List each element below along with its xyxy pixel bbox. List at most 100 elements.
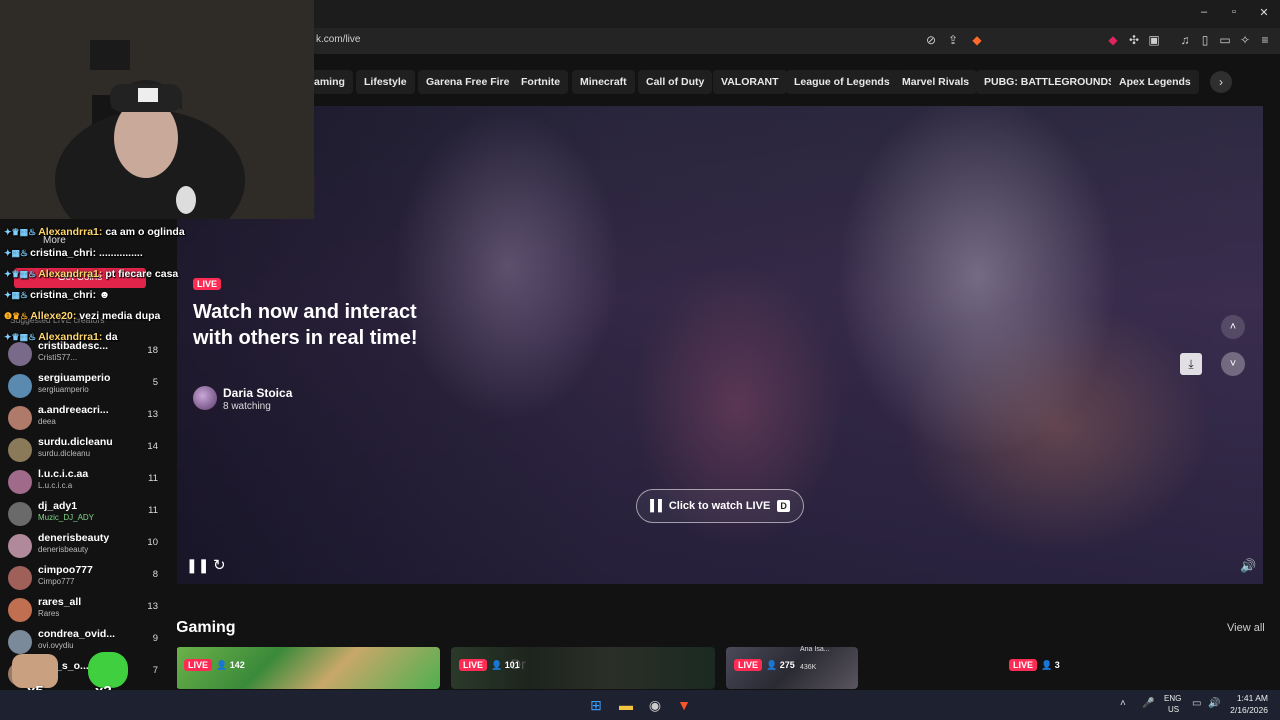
chevron-down-icon[interactable]: ˅	[1221, 352, 1245, 376]
viewer-count: 👤 101	[491, 660, 520, 670]
watch-live-button[interactable]: ▌▌ Click to watch LIVE D	[636, 489, 804, 523]
language-region[interactable]: US	[1168, 705, 1179, 714]
avatar	[8, 406, 32, 430]
card-live-info: LIVE 👤 101	[459, 655, 520, 673]
view-all-link[interactable]: View all	[1227, 622, 1265, 634]
creator-item[interactable]: l.u.c.i.c.aa L.u.c.i.c.a 11	[8, 468, 168, 500]
category-tab[interactable]: Fortnite	[513, 70, 569, 94]
refresh-icon[interactable]: ↻	[213, 556, 226, 574]
leo-icon[interactable]: ✧	[1238, 33, 1252, 47]
category-tab[interactable]: Minecraft	[572, 70, 635, 94]
viewer-count: 11	[148, 473, 158, 484]
streamer-name[interactable]: Daria Stoica	[223, 386, 292, 400]
viewer-count: 8	[152, 569, 158, 580]
category-tab[interactable]: Marvel Rivals	[894, 70, 978, 94]
creator-handle: Cimpo777	[38, 577, 75, 586]
category-tab[interactable]: Call of Duty	[638, 70, 713, 94]
viewer-count: 5	[152, 377, 158, 388]
creator-handle: sergiuamperio	[38, 385, 89, 394]
category-tab[interactable]: Lifestyle	[356, 70, 415, 94]
live-badge: LIVE	[1009, 659, 1038, 671]
chat-badges-icon: ✦♛▦♨	[4, 332, 37, 342]
chat-message: ✦♛▦♨ Alexandrra1: da	[4, 331, 118, 343]
creator-item[interactable]: rares_all Rares 13	[8, 596, 168, 628]
clock-date[interactable]: 2/16/2026	[1226, 705, 1268, 715]
puzzle-icon[interactable]: ✣	[1127, 33, 1141, 47]
chat-text: da	[105, 331, 118, 343]
network-icon[interactable]: ▭	[1192, 698, 1201, 709]
streamer-avatar[interactable]	[193, 386, 217, 410]
creator-handle: CristiS77...	[38, 353, 78, 362]
creator-item[interactable]: sergiuamperio sergiuamperio 5	[8, 372, 168, 404]
creator-item[interactable]: a.andreeacri... deea 13	[8, 404, 168, 436]
windows-start-icon[interactable]: ⊞	[587, 696, 605, 714]
share-icon[interactable]: ⇪	[946, 33, 960, 47]
chevron-right-icon[interactable]: ›	[1210, 71, 1232, 93]
chat-message: ✦▦♨ cristina_chri: ...............	[4, 247, 143, 259]
pause-icon[interactable]: ❚❚	[186, 557, 209, 574]
creator-item[interactable]: cristibadesc... CristiS77... 18	[8, 340, 168, 372]
chat-username: Allexe20:	[30, 310, 77, 322]
viewer-count: 13	[147, 409, 158, 420]
creator-name: surdu.dicleanu	[38, 436, 113, 448]
creator-item[interactable]: surdu.dicleanu surdu.dicleanu 14	[8, 436, 168, 468]
brave-shield-icon[interactable]: ◆	[970, 33, 984, 47]
watch-live-label: Click to watch LIVE	[668, 500, 771, 512]
chat-username: cristina_chri:	[30, 289, 97, 301]
creator-name: dj_ady1	[38, 500, 78, 512]
category-tab[interactable]: Garena Free Fire	[418, 70, 518, 94]
language-indicator[interactable]: ENG	[1164, 694, 1181, 703]
webcam-overlay	[0, 0, 314, 219]
category-tab[interactable]: League of Legends	[786, 70, 898, 94]
webcam-figure	[0, 0, 314, 219]
brave-browser-icon[interactable]: ▼	[675, 696, 693, 714]
live-bars-icon: ▌▌	[650, 500, 666, 512]
creator-item[interactable]: denerisbeauty denerisbeauty 10	[8, 532, 168, 564]
mute-site-icon[interactable]: ⊘	[924, 33, 938, 47]
live-badge: LIVE	[184, 659, 213, 671]
volume-icon[interactable]: 🔊	[1240, 558, 1256, 574]
chat-message: ✦♛▦♨ Alexandrra1: pt fiecare casa	[4, 268, 178, 280]
chat-text: ca am o oglinda	[105, 226, 185, 238]
chat-badges-icon: ✦▦♨	[4, 290, 29, 300]
chat-message: ✦▦♨ cristina_chri: ☻	[4, 289, 110, 301]
creator-handle: denerisbeauty	[38, 545, 89, 554]
creator-name: rares_all	[38, 596, 82, 608]
avatar	[8, 534, 32, 558]
wallet-icon[interactable]: ▭	[1218, 33, 1232, 47]
microphone-icon[interactable]: 🎤	[1142, 698, 1154, 709]
obs-icon[interactable]: ◉	[646, 696, 664, 714]
viewer-count: 7	[152, 665, 158, 676]
category-tab[interactable]: VALORANT	[713, 70, 787, 94]
clock-time[interactable]: 1:41 AM	[1236, 693, 1268, 703]
windows-taskbar	[0, 690, 1280, 720]
download-icon[interactable]: ⤓	[1180, 353, 1202, 375]
category-tab[interactable]: PUBG: BATTLEGROUNDS	[976, 70, 1124, 94]
category-tab[interactable]: Apex Legends	[1111, 70, 1199, 94]
music-icon[interactable]: ♫	[1178, 33, 1192, 47]
creator-item[interactable]: dj_ady1 Muzic_DJ_ADY 11	[8, 500, 168, 532]
tray-expand-icon[interactable]: ˄	[1120, 698, 1126, 709]
sidebar-icon[interactable]: ▯	[1198, 33, 1212, 47]
close-icon[interactable]: ✕	[1256, 6, 1272, 19]
creator-handle: L.u.c.i.c.a	[38, 481, 73, 490]
menu-icon[interactable]: ≡	[1258, 33, 1272, 47]
avatar	[8, 470, 32, 494]
chat-badges-icon: ✦▦♨	[4, 248, 29, 258]
chat-text: vezi media dupa	[79, 310, 161, 322]
chevron-up-icon[interactable]: ˄	[1221, 315, 1245, 339]
viewer-count: 👤 142	[216, 660, 245, 670]
speaker-icon[interactable]: 🔊	[1208, 698, 1220, 709]
chat-username: Alexandrra1:	[38, 331, 103, 343]
live-badge: LIVE	[734, 659, 763, 671]
file-explorer-icon[interactable]: ▬	[617, 696, 635, 714]
maximize-icon[interactable]: ▫	[1226, 6, 1242, 18]
url-text[interactable]: k.com/live	[316, 34, 360, 45]
minimize-icon[interactable]: –	[1196, 6, 1212, 18]
viewer-count: 13	[147, 601, 158, 612]
creator-item[interactable]: cimpoo777 Cimpo777 8	[8, 564, 168, 596]
extension-icon[interactable]: ◆	[1106, 33, 1120, 47]
creator-handle: ovi.ovydiu	[38, 641, 74, 650]
tab-icon[interactable]: ▣	[1147, 33, 1161, 47]
emoji-icon: ☻	[99, 289, 111, 301]
